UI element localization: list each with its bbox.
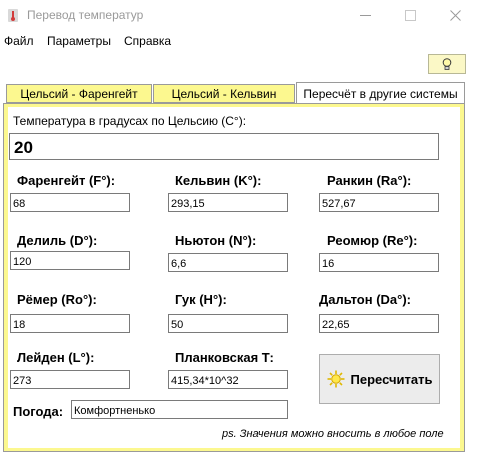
sun-icon xyxy=(327,370,345,388)
reaumur-label: Реомюр (Re°): xyxy=(327,233,418,248)
romer-field[interactable]: 18 xyxy=(10,314,130,333)
menu-parameters[interactable]: Параметры xyxy=(47,34,111,48)
weather-field[interactable]: Комфортненько xyxy=(71,400,288,419)
tab-label: Цельсий - Фаренгейт xyxy=(20,86,138,101)
tab-celsius-fahrenheit[interactable]: Цельсий - Фаренгейт xyxy=(6,84,152,103)
title-bar: Перевод температур xyxy=(0,0,478,31)
hooke-field[interactable]: 50 xyxy=(168,314,288,333)
tab-other-systems[interactable]: Пересчёт в другие системы xyxy=(296,82,465,104)
app-thermometer-icon xyxy=(8,9,18,22)
recalculate-button[interactable]: Пересчитать xyxy=(319,354,440,404)
lightbulb-button[interactable] xyxy=(428,54,466,74)
recalculate-label: Пересчитать xyxy=(350,371,433,387)
delisle-field[interactable]: 120 xyxy=(10,251,130,270)
lightbulb-icon xyxy=(442,57,452,70)
dalton-field[interactable]: 22,65 xyxy=(319,314,439,333)
window-title: Перевод температур xyxy=(27,8,144,22)
minimize-button[interactable] xyxy=(343,0,388,31)
rankine-label: Ранкин (Ra°): xyxy=(327,173,412,188)
fahrenheit-label: Фаренгейт (F°): xyxy=(17,173,116,188)
menu-help[interactable]: Справка xyxy=(124,34,171,48)
fahrenheit-field[interactable]: 68 xyxy=(10,193,130,212)
close-button[interactable] xyxy=(433,0,478,31)
delisle-label: Делиль (D°): xyxy=(17,233,98,248)
hint-note: ps. Значения можно вносить в любое поле xyxy=(222,428,444,440)
planck-label: Планковская Т: xyxy=(175,350,274,365)
leiden-field[interactable]: 273 xyxy=(10,370,130,389)
tab-label: Цельсий - Кельвин xyxy=(171,86,277,101)
minimize-icon xyxy=(360,14,371,16)
tab-celsius-kelvin[interactable]: Цельсий - Кельвин xyxy=(153,84,295,103)
kelvin-label: Кельвин (K°): xyxy=(175,173,262,188)
maximize-button[interactable] xyxy=(388,0,433,31)
rankine-field[interactable]: 527,67 xyxy=(319,193,439,212)
close-icon xyxy=(450,10,461,21)
celsius-label: Температура в градусах по Цельсию (С°): xyxy=(13,114,247,128)
reaumur-field[interactable]: 16 xyxy=(319,253,439,272)
dalton-label: Дальтон (Da°): xyxy=(319,292,412,307)
kelvin-field[interactable]: 293,15 xyxy=(168,193,288,212)
hooke-label: Гук (H°): xyxy=(175,292,227,307)
celsius-input[interactable]: 20 xyxy=(9,133,439,160)
weather-label: Погода: xyxy=(13,404,64,419)
menu-file[interactable]: Файл xyxy=(4,34,34,48)
romer-label: Рёмер (Ro°): xyxy=(17,292,97,307)
tab-label: Пересчёт в другие системы xyxy=(303,86,458,101)
maximize-icon xyxy=(405,10,416,21)
planck-field[interactable]: 415,34*10^32 xyxy=(168,370,288,389)
leiden-label: Лейден (L°): xyxy=(17,350,95,365)
menu-bar: Файл Параметры Справка xyxy=(0,31,478,51)
newton-field[interactable]: 6,6 xyxy=(168,253,288,272)
newton-label: Ньютон (N°): xyxy=(175,233,257,248)
